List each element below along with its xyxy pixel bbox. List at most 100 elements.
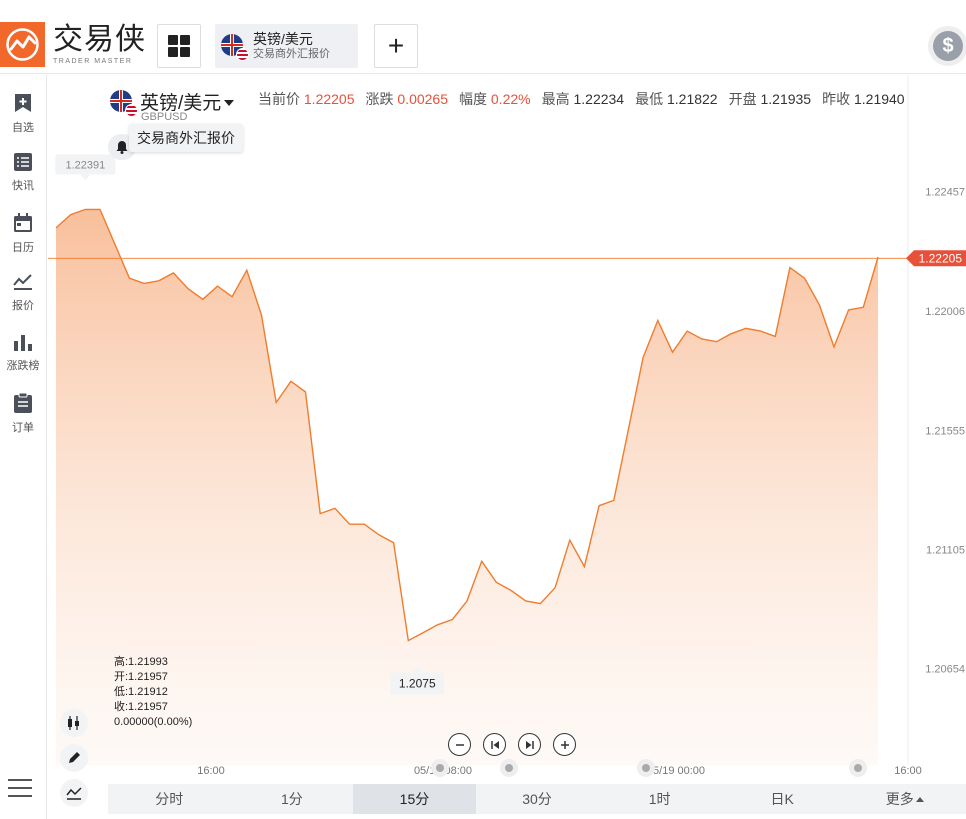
symbol-tooltip: 交易商外汇报价 [129,124,243,152]
skip-back-icon [490,740,499,749]
chart-nav-controls [448,733,588,756]
add-tab-button[interactable]: + [374,24,418,68]
min-price-label: 1.2075 [399,677,436,691]
scroll-start-button[interactable] [483,733,506,756]
x-tick-label: 16:00 [894,765,922,777]
period-tab-1m[interactable]: 1分 [231,784,354,814]
symbol-code: GBPUSD [141,111,188,123]
candlestick-icon [68,716,79,730]
ohlc-open: 开:1.21957 [114,671,168,683]
sidebar-item-label: 报价 [12,300,34,312]
prev-close-label: 昨收 [822,91,851,107]
sidebar-item-label: 订单 [12,422,34,434]
max-label-pointer [80,174,91,181]
brand-logo[interactable]: 交易侠 TRADER MASTER [0,22,146,67]
ohlc-readout: 高:1.21993 开:1.21957 低:1.21912 收:1.21957 … [114,655,192,730]
sidebar-item-quotes[interactable]: 报价 [0,263,46,313]
candlestick-tool-button[interactable] [60,709,88,737]
chevron-down-icon [224,100,235,106]
high-value: 1.22234 [573,91,625,107]
range-label: 幅度 [459,91,487,107]
app-root: 交易侠 TRADER MASTER 英镑/美元 交易商外汇报价 + $ 自选 快… [0,0,966,819]
y-tick-label: 1.22006 [925,306,965,318]
indicator-tool-button[interactable] [60,779,88,807]
current-price-tag-label: 1.22205 [919,251,963,265]
quote-summary: 当前价 1.22205 涨跌 0.00265 幅度 0.22% 最高 1.222… [258,89,916,109]
scroll-handle-dot [854,764,862,772]
dollar-icon: $ [933,31,963,61]
grid-icon [168,35,190,57]
y-tick-label: 1.21105 [926,544,965,556]
gbp-usd-flag-icon [110,89,138,117]
account-button[interactable]: $ [928,26,966,66]
ohlc-close: 收:1.21957 [114,701,168,713]
bar-chart-icon [13,333,33,351]
menu-icon[interactable] [8,777,32,799]
low-label: 最低 [635,91,664,107]
plus-icon [560,740,569,749]
period-tab-30m[interactable]: 30分 [476,784,599,814]
brand-name: 交易侠 [53,22,146,56]
sidebar-item-orders[interactable]: 订单 [0,383,46,434]
sidebar: 自选 快讯 日历 报价 涨跌榜 订单 [0,75,47,819]
period-selector: 分时 1分 15分 30分 1时 日K 更多 [108,784,966,814]
brand-tagline: TRADER MASTER [53,57,133,65]
symbol-tab-name: 英镑/美元 [253,31,313,47]
sidebar-item-news[interactable]: 快讯 [0,143,46,193]
open-label: 开盘 [728,91,757,107]
sidebar-item-label: 快讯 [12,180,34,192]
sidebar-item-label: 自选 [12,122,34,134]
x-tick-label: 16:00 [197,765,225,777]
x-tick-label: 05/19 00:00 [647,765,705,777]
sidebar-item-label: 涨跌榜 [6,360,40,372]
top-bar: 交易侠 TRADER MASTER 英镑/美元 交易商外汇报价 + $ [0,0,966,74]
y-tick-label: 1.20654 [925,664,965,676]
y-tick-label: 1.21555 [925,425,965,437]
max-price-label: 1.22391 [65,159,105,171]
symbol-tab[interactable]: 英镑/美元 交易商外汇报价 [215,24,358,68]
period-tab-more[interactable]: 更多 [843,784,966,814]
change-label: 涨跌 [365,91,394,107]
range-value: 0.22% [490,91,531,107]
logo-mark-icon [0,22,45,67]
caret-up-icon [915,796,924,802]
line-chart-icon [13,273,33,291]
scroll-handle-dot [505,764,513,772]
ohlc-high: 高:1.21993 [114,656,168,668]
current-price-label: 当前价 [258,91,300,107]
calendar-icon [13,213,33,233]
prev-close-value: 1.21940 [853,91,905,107]
draw-tool-button[interactable] [60,744,88,772]
sidebar-item-calendar[interactable]: 日历 [0,203,46,254]
bell-icon [116,141,128,154]
skip-forward-icon [525,740,534,749]
ohlc-change: 0.00000(0.00%) [114,716,193,728]
current-price-value: 1.22205 [303,91,355,107]
period-tab-daily[interactable]: 日K [721,784,844,814]
period-tab-15m[interactable]: 15分 [353,784,476,814]
low-value: 1.21822 [666,91,718,107]
ohlc-low: 低:1.21912 [114,686,168,698]
indicator-icon [66,787,82,800]
news-list-icon [13,153,33,171]
pencil-icon [69,752,80,763]
period-tab-1h[interactable]: 1时 [598,784,721,814]
bookmark-add-icon [13,93,33,113]
change-value: 0.00265 [397,91,448,107]
sidebar-item-rankings[interactable]: 涨跌榜 [0,323,46,373]
sidebar-item-watchlist[interactable]: 自选 [0,83,46,134]
zoom-out-button[interactable] [448,733,471,756]
zoom-in-button[interactable] [553,733,576,756]
y-tick-label: 1.22457 [925,187,965,199]
open-value: 1.21935 [760,91,812,107]
gbp-usd-flag-icon [221,34,249,61]
period-more-label: 更多 [885,791,914,807]
high-label: 最高 [541,91,570,107]
clipboard-icon [13,393,33,413]
period-tab-timeline[interactable]: 分时 [108,784,231,814]
scroll-end-button[interactable] [518,733,541,756]
symbol-tab-subtitle: 交易商外汇报价 [253,48,330,60]
layout-grid-button[interactable] [157,24,201,68]
sidebar-item-label: 日历 [12,242,34,254]
scroll-handle-dot [436,764,444,772]
